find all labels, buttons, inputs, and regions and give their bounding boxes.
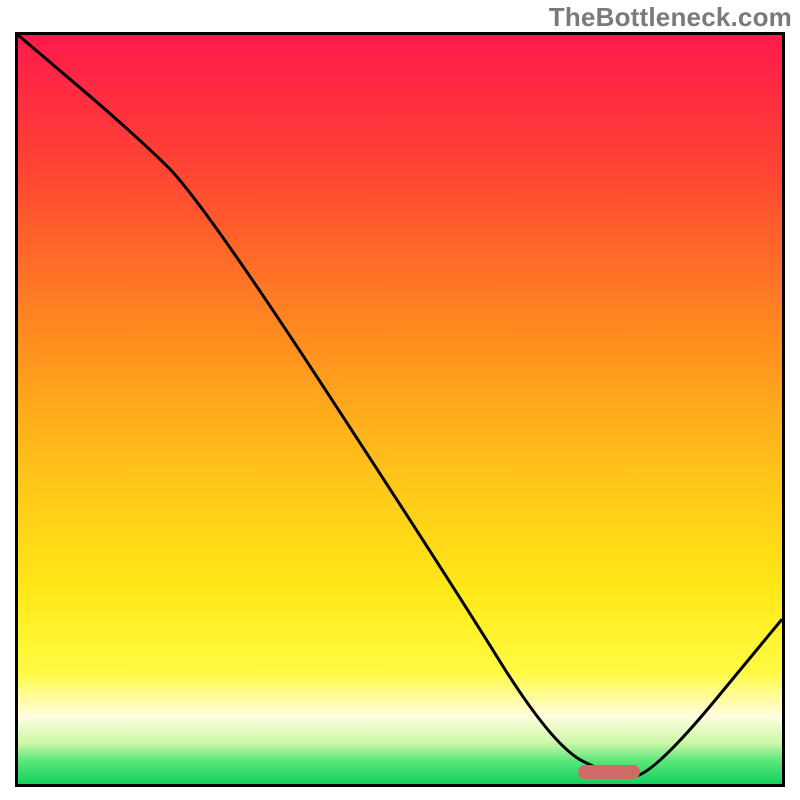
watermark-text: TheBottleneck.com [549,2,792,33]
optimal-marker [578,765,640,779]
bottleneck-curve [18,35,782,784]
plot-frame [15,32,785,787]
